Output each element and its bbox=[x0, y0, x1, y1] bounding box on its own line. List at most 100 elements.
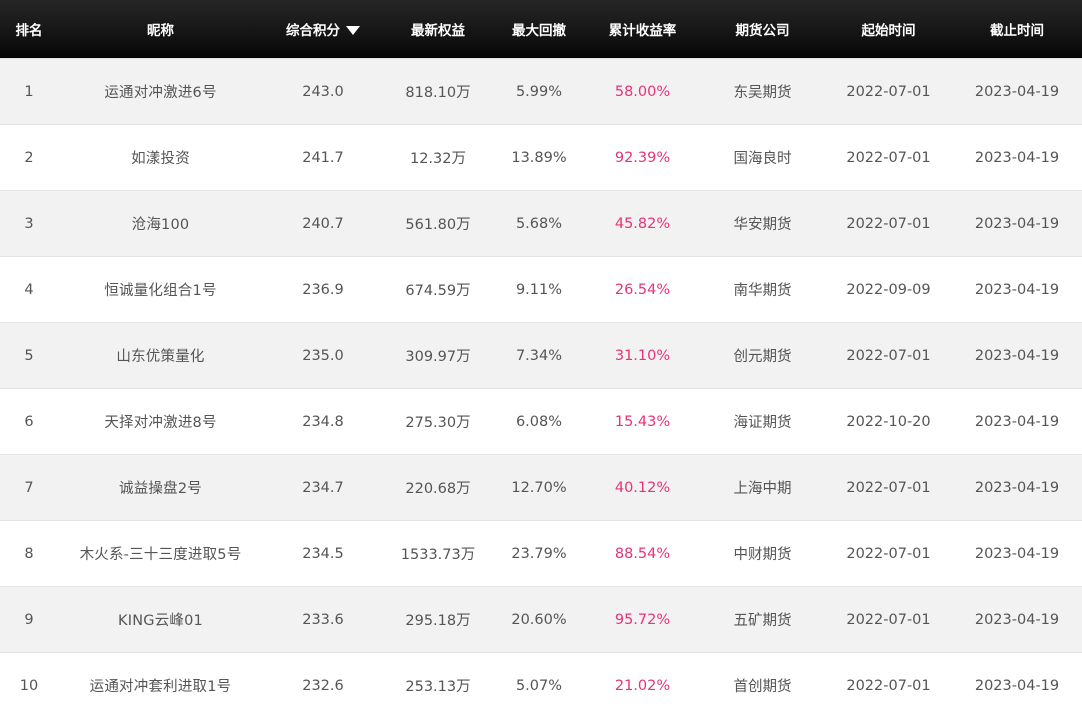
equity-cell: 295.18万 bbox=[405, 613, 471, 629]
drawdown-cell: 5.99% bbox=[515, 83, 563, 100]
start-date-cell: 2022-07-01 bbox=[846, 149, 931, 166]
end-date-cell: 2023-04-19 bbox=[974, 413, 1060, 430]
start-date-cell: 2022-07-01 bbox=[846, 83, 931, 100]
drawdown-cell: 20.60% bbox=[511, 611, 567, 628]
drawdown-cell: 5.68% bbox=[515, 215, 563, 232]
table-row[interactable]: 6 天择对冲激进8号 234.8 275.30万 6.08% 15.43% 海证… bbox=[0, 388, 1082, 454]
rank-cell: 7 bbox=[24, 479, 34, 496]
return-cell: 21.02% bbox=[614, 677, 671, 694]
nickname-cell: 天择对冲激进8号 bbox=[104, 415, 217, 431]
return-cell: 45.82% bbox=[614, 215, 671, 232]
header-equity[interactable]: 最新权益 bbox=[383, 0, 493, 58]
drawdown-cell: 13.89% bbox=[511, 149, 567, 166]
rank-cell: 2 bbox=[24, 149, 34, 166]
table-row[interactable]: 7 诚益操盘2号 234.7 220.68万 12.70% 40.12% 上海中… bbox=[0, 454, 1082, 520]
return-cell: 88.54% bbox=[614, 545, 671, 562]
return-cell: 92.39% bbox=[614, 149, 671, 166]
header-score-label: 综合积分 bbox=[286, 23, 340, 39]
nickname-cell: 恒诚量化组合1号 bbox=[104, 283, 217, 299]
end-date-cell: 2023-04-19 bbox=[974, 347, 1060, 364]
table-row[interactable]: 9 KING云峰01 233.6 295.18万 20.60% 95.72% 五… bbox=[0, 586, 1082, 652]
header-rank[interactable]: 排名 bbox=[0, 0, 58, 58]
score-cell: 243.0 bbox=[302, 83, 344, 100]
table-row[interactable]: 8 木火系-三十三度进取5号 234.5 1533.73万 23.79% 88.… bbox=[0, 520, 1082, 586]
start-date-cell: 2022-07-01 bbox=[846, 215, 931, 232]
score-cell: 236.9 bbox=[302, 281, 344, 298]
score-cell: 240.7 bbox=[302, 215, 344, 232]
ranking-table: 排名 昵称 综合积分 最新权益 最大回撤 累计收益率 期货公司 起始时间 截止时… bbox=[0, 0, 1082, 719]
rank-cell: 10 bbox=[19, 677, 39, 694]
table-row[interactable]: 1 运通对冲激进6号 243.0 818.10万 5.99% 58.00% 东吴… bbox=[0, 58, 1082, 124]
company-cell: 海证期货 bbox=[733, 415, 792, 431]
equity-cell: 1533.73万 bbox=[400, 547, 476, 563]
table-row[interactable]: 2 如漾投资 241.7 12.32万 13.89% 92.39% 国海良时 2… bbox=[0, 124, 1082, 190]
nickname-cell: 运通对冲套利进取1号 bbox=[89, 679, 232, 695]
nickname-cell: 运通对冲激进6号 bbox=[104, 85, 217, 101]
start-date-cell: 2022-07-01 bbox=[846, 347, 931, 364]
equity-cell: 674.59万 bbox=[405, 283, 471, 299]
end-date-cell: 2023-04-19 bbox=[974, 149, 1060, 166]
nickname-cell: 诚益操盘2号 bbox=[119, 481, 202, 497]
rank-cell: 3 bbox=[24, 215, 34, 232]
header-end[interactable]: 截止时间 bbox=[952, 0, 1082, 58]
table-row[interactable]: 3 沧海100 240.7 561.80万 5.68% 45.82% 华安期货 … bbox=[0, 190, 1082, 256]
return-cell: 58.00% bbox=[614, 83, 671, 100]
header-drawdown[interactable]: 最大回撤 bbox=[493, 0, 585, 58]
nickname-cell: 沧海100 bbox=[131, 217, 190, 233]
table-row[interactable]: 5 山东优策量化 235.0 309.97万 7.34% 31.10% 创元期货… bbox=[0, 322, 1082, 388]
equity-cell: 253.13万 bbox=[405, 679, 471, 695]
company-cell: 五矿期货 bbox=[733, 613, 792, 629]
return-cell: 95.72% bbox=[614, 611, 671, 628]
header-return[interactable]: 累计收益率 bbox=[585, 0, 700, 58]
end-date-cell: 2023-04-19 bbox=[974, 611, 1060, 628]
company-cell: 首创期货 bbox=[733, 679, 792, 695]
company-cell: 东吴期货 bbox=[733, 85, 792, 101]
drawdown-cell: 23.79% bbox=[511, 545, 567, 562]
end-date-cell: 2023-04-19 bbox=[974, 677, 1060, 694]
equity-cell: 275.30万 bbox=[405, 415, 471, 431]
table-body: 1 运通对冲激进6号 243.0 818.10万 5.99% 58.00% 东吴… bbox=[0, 58, 1082, 718]
score-cell: 241.7 bbox=[302, 149, 344, 166]
equity-cell: 561.80万 bbox=[405, 217, 471, 233]
rank-cell: 5 bbox=[24, 347, 34, 364]
rank-cell: 4 bbox=[24, 281, 34, 298]
company-cell: 创元期货 bbox=[733, 349, 792, 365]
nickname-cell: 如漾投资 bbox=[131, 151, 190, 167]
company-cell: 中财期货 bbox=[733, 547, 792, 563]
nickname-cell: 木火系-三十三度进取5号 bbox=[79, 547, 242, 563]
score-cell: 234.8 bbox=[302, 413, 344, 430]
return-cell: 26.54% bbox=[614, 281, 671, 298]
return-cell: 15.43% bbox=[614, 413, 671, 430]
equity-cell: 818.10万 bbox=[405, 85, 471, 101]
end-date-cell: 2023-04-19 bbox=[974, 281, 1060, 298]
header-score[interactable]: 综合积分 bbox=[263, 0, 383, 58]
start-date-cell: 2022-07-01 bbox=[846, 677, 931, 694]
equity-cell: 309.97万 bbox=[405, 349, 471, 365]
score-cell: 235.0 bbox=[302, 347, 344, 364]
table-row[interactable]: 10 运通对冲套利进取1号 232.6 253.13万 5.07% 21.02%… bbox=[0, 652, 1082, 718]
nickname-cell: KING云峰01 bbox=[118, 613, 203, 629]
sort-score-button[interactable]: 综合积分 bbox=[286, 19, 360, 39]
table-row[interactable]: 4 恒诚量化组合1号 236.9 674.59万 9.11% 26.54% 南华… bbox=[0, 256, 1082, 322]
header-company[interactable]: 期货公司 bbox=[700, 0, 825, 58]
end-date-cell: 2023-04-19 bbox=[974, 479, 1060, 496]
score-cell: 232.6 bbox=[302, 677, 344, 694]
equity-cell: 220.68万 bbox=[405, 481, 471, 497]
company-cell: 国海良时 bbox=[733, 151, 792, 167]
header-nickname[interactable]: 昵称 bbox=[58, 0, 263, 58]
start-date-cell: 2022-07-01 bbox=[846, 611, 931, 628]
sort-desc-icon[interactable] bbox=[346, 25, 360, 35]
score-cell: 234.5 bbox=[302, 545, 344, 562]
company-cell: 上海中期 bbox=[733, 481, 792, 497]
drawdown-cell: 6.08% bbox=[515, 413, 563, 430]
drawdown-cell: 9.11% bbox=[515, 281, 563, 298]
return-cell: 31.10% bbox=[614, 347, 671, 364]
rank-cell: 1 bbox=[24, 83, 34, 100]
start-date-cell: 2022-10-20 bbox=[846, 413, 931, 430]
drawdown-cell: 7.34% bbox=[515, 347, 563, 364]
score-cell: 234.7 bbox=[302, 479, 344, 496]
drawdown-cell: 5.07% bbox=[515, 677, 563, 694]
end-date-cell: 2023-04-19 bbox=[974, 545, 1060, 562]
header-start[interactable]: 起始时间 bbox=[825, 0, 952, 58]
rank-cell: 9 bbox=[24, 611, 34, 628]
